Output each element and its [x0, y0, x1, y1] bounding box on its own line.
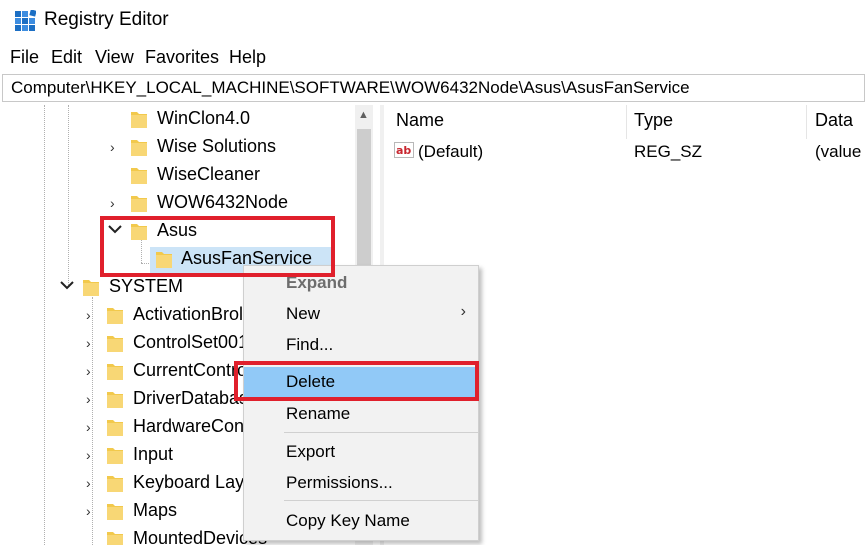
- menu-item-label: Find...: [286, 335, 334, 354]
- registry-icon: [15, 10, 36, 31]
- menu-file[interactable]: File: [8, 47, 41, 68]
- menu-view[interactable]: View: [93, 47, 136, 68]
- folder-icon: [107, 448, 123, 464]
- menu-separator: [284, 432, 478, 433]
- menu-item-copy-key-name[interactable]: Copy Key Name: [244, 506, 478, 536]
- folder-icon: [107, 420, 123, 436]
- column-header-data[interactable]: Data: [815, 110, 853, 131]
- chevron-right-icon[interactable]: ›: [86, 419, 100, 435]
- folder-icon: [107, 532, 123, 545]
- chevron-right-icon[interactable]: ›: [86, 363, 100, 379]
- menu-favorites[interactable]: Favorites: [143, 47, 221, 68]
- chevron-right-icon[interactable]: ›: [86, 503, 100, 519]
- folder-icon: [107, 336, 123, 352]
- chevron-right-icon[interactable]: ›: [86, 447, 100, 463]
- folder-icon: [131, 168, 147, 184]
- menu-item-label: Delete: [286, 372, 336, 391]
- tree-item-label: Maps: [133, 500, 178, 520]
- chevron-down-icon[interactable]: [108, 225, 122, 235]
- title-bar: Registry Editor: [0, 0, 867, 44]
- folder-icon: [107, 364, 123, 380]
- menu-item-label: New: [286, 304, 321, 323]
- folder-icon: [107, 308, 123, 324]
- chevron-down-icon[interactable]: [60, 281, 74, 291]
- tree-item-winclon[interactable]: WinClon4.0: [0, 105, 360, 133]
- string-value-icon: ab: [394, 142, 414, 158]
- tree-item-label: ActivationBrol: [133, 304, 244, 324]
- column-header-type[interactable]: Type: [634, 110, 673, 131]
- context-menu: Expand New › Find... Delete Rename Expor…: [243, 265, 479, 541]
- menu-item-new[interactable]: New ›: [244, 299, 478, 329]
- chevron-right-icon[interactable]: ›: [86, 475, 100, 491]
- folder-icon: [107, 392, 123, 408]
- tree-item-asus[interactable]: Asus: [0, 217, 360, 245]
- menu-separator: [284, 500, 478, 501]
- tree-item-label: Wise Solutions: [157, 136, 277, 156]
- menu-item-label: Permissions...: [286, 473, 393, 492]
- tree-item-label: WiseCleaner: [157, 164, 261, 184]
- column-divider[interactable]: [626, 105, 627, 139]
- tree-item-label: DriverDatabas: [133, 388, 249, 408]
- chevron-right-icon: ›: [460, 303, 466, 320]
- menu-item-rename[interactable]: Rename: [244, 399, 478, 429]
- chevron-right-icon[interactable]: ›: [110, 139, 124, 155]
- tree-item-wise-solutions[interactable]: › Wise Solutions: [0, 133, 360, 161]
- menu-help[interactable]: Help: [227, 47, 268, 68]
- menu-item-label: Rename: [286, 404, 351, 423]
- value-type: REG_SZ: [634, 142, 703, 161]
- menu-bar: File Edit View Favorites Help: [0, 44, 867, 72]
- address-bar[interactable]: Computer\HKEY_LOCAL_MACHINE\SOFTWARE\WOW…: [2, 74, 865, 102]
- tree-item-label: Asus: [157, 220, 198, 240]
- value-data: (value: [815, 142, 862, 161]
- tree-item-wisecleaner[interactable]: WiseCleaner: [0, 161, 360, 189]
- folder-icon: [156, 252, 172, 268]
- tree-item-label: WinClon4.0: [157, 108, 251, 128]
- folder-icon: [107, 476, 123, 492]
- tree-item-label: SYSTEM: [109, 276, 184, 296]
- tree-item-label: CurrentContro: [133, 360, 248, 380]
- menu-item-label: Export: [286, 442, 336, 461]
- menu-item-find[interactable]: Find...: [244, 330, 478, 360]
- chevron-right-icon[interactable]: ›: [86, 335, 100, 351]
- menu-edit[interactable]: Edit: [49, 47, 84, 68]
- tree-item-wow6432node[interactable]: › WOW6432Node: [0, 189, 360, 217]
- tree-item-label: WOW6432Node: [157, 192, 289, 212]
- value-name: (Default): [418, 142, 484, 161]
- column-divider[interactable]: [806, 105, 807, 139]
- tree-item-label: Input: [133, 444, 174, 464]
- menu-separator: [284, 362, 478, 363]
- folder-icon: [107, 504, 123, 520]
- menu-item-label: Copy Key Name: [286, 511, 410, 530]
- folder-icon: [83, 280, 99, 296]
- svg-text:ab: ab: [396, 144, 411, 157]
- column-header-name[interactable]: Name: [396, 110, 444, 131]
- tree-item-label: Keyboard Layo: [133, 472, 255, 492]
- chevron-right-icon[interactable]: ›: [86, 307, 100, 323]
- chevron-right-icon[interactable]: ›: [86, 391, 100, 407]
- menu-item-export[interactable]: Export: [244, 437, 478, 467]
- chevron-right-icon[interactable]: ›: [110, 195, 124, 211]
- tree-item-label: HardwareCon: [133, 416, 245, 436]
- scroll-up-arrow-icon[interactable]: ▲: [358, 109, 369, 121]
- address-path[interactable]: Computer\HKEY_LOCAL_MACHINE\SOFTWARE\WOW…: [11, 78, 690, 98]
- folder-icon: [131, 224, 147, 240]
- folder-icon: [131, 140, 147, 156]
- menu-item-delete[interactable]: Delete: [244, 367, 478, 397]
- menu-item-label: Expand: [286, 273, 348, 292]
- tree-item-label: ControlSet001: [133, 332, 249, 352]
- folder-icon: [131, 112, 147, 128]
- folder-icon: [131, 196, 147, 212]
- menu-item-permissions[interactable]: Permissions...: [244, 468, 478, 498]
- window-title: Registry Editor: [44, 9, 169, 30]
- menu-item-expand: Expand: [244, 268, 478, 298]
